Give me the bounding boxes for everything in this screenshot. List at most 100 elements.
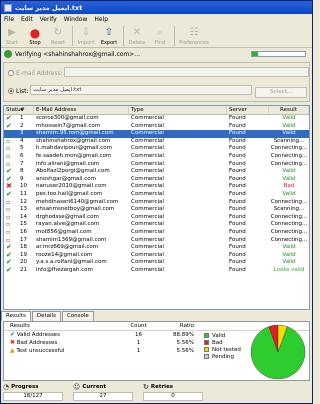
delete-button[interactable]: ✕ Delete [126, 26, 148, 46]
col-email[interactable]: E-Mail Address [34, 106, 129, 114]
col-server[interactable]: Server [227, 106, 269, 114]
tab-results[interactable]: Results [1, 311, 31, 321]
row-email: Abolfazl2porgi@gmail.com [36, 168, 110, 175]
row-server: Found [229, 190, 246, 197]
table-row[interactable]: ✔ 8 Abolfazl2porgi@gmail.com Commercial Foun… [4, 168, 309, 176]
table-row[interactable]: ▫ 14 drghodsse@gmail.com Commercial Found Con… [4, 214, 309, 222]
export-button[interactable]: ⇧ Export [98, 26, 120, 46]
row-email: mot856@gmail.com [36, 228, 92, 235]
tab-details[interactable]: Details [31, 311, 61, 321]
check-icon: ✔ [10, 331, 16, 338]
table-row[interactable]: ✔ 18 ar.mrz669@gmail.com Commercial Found Val… [4, 244, 309, 252]
col-status[interactable]: Status [4, 106, 24, 114]
row-server: Found [229, 152, 246, 159]
row-type: Commercial [131, 183, 164, 190]
progress-value: 18/127 [3, 392, 63, 401]
legend-swatch [204, 340, 209, 345]
row-result: Connecting... [270, 145, 308, 152]
app-window: ایمیل مدیر سایت.txt File Edit Verify Win… [0, 0, 313, 404]
row-email: scorce300@gmail.com [36, 115, 99, 121]
select-button[interactable]: Select... [255, 87, 307, 98]
preferences-button[interactable]: ☷ Preferences [177, 26, 211, 46]
row-email: shamim.95.rom@gmail.com [36, 130, 114, 137]
row-type: Commercial [131, 206, 164, 213]
menu-bar: File Edit Verify Window Help [1, 14, 312, 24]
pending-icon: ▫ [6, 213, 11, 221]
legend-bad: Bad [204, 339, 241, 346]
table-row[interactable]: ✔ 11 pes.too.hail@gmail.com Commercial Found… [4, 191, 309, 199]
results-col-count: Count [130, 323, 147, 329]
table-row[interactable]: ▫ 16 mot856@gmail.com Commercial Found Connec… [4, 229, 309, 237]
menu-file[interactable]: File [4, 16, 14, 23]
row-email: rooze14@gmail.com [36, 251, 93, 258]
footer-stats: ◔ Progress 18/127 ☺ Current 27 ↻ Retries 0 [3, 383, 310, 403]
start-button[interactable]: ▶ Start [1, 26, 23, 46]
table-row[interactable]: ▫ 7 info.alirani@gmail.com Commercial Found C… [4, 161, 309, 169]
list-path-field[interactable]: ایمیل مدیر سایت.txt [30, 85, 252, 95]
stop-button[interactable]: ● Stop [24, 26, 46, 47]
table-row[interactable]: ✔ 19 rooze14@gmail.com Commercial Found Valid [4, 252, 309, 260]
preferences-icon: ☷ [189, 26, 199, 38]
email-address-option[interactable]: E-mail Address: [8, 68, 63, 78]
menu-verify[interactable]: Verify [40, 16, 57, 23]
list-option[interactable]: List: [8, 86, 29, 96]
row-result: Connecting... [270, 198, 308, 205]
row-server: Found [229, 168, 246, 175]
row-result: Valid [282, 130, 296, 137]
table-row[interactable]: ✔ 1 scorce300@gmail.com Commercial Found Vali… [4, 115, 309, 123]
menu-edit[interactable]: Edit [21, 16, 33, 23]
table-row[interactable]: ▫ 12 mehdinaseri6140@gmail.com Commercial Fo… [4, 199, 309, 207]
row-server: Found [229, 183, 246, 190]
row-result: Valid [282, 115, 296, 121]
table-row[interactable]: ✔ 21 info@fhezargah.com Commercial Found Look… [4, 267, 309, 275]
row-server: Found [229, 251, 246, 258]
results-label: Valid Addresses [16, 332, 60, 338]
app-icon [4, 3, 12, 12]
tab-console[interactable]: Console [61, 311, 94, 321]
table-row[interactable]: ▫ 6 fe.saadeh.mon@gmail.com Commercial Found… [4, 153, 309, 161]
row-type: Commercial [131, 228, 164, 235]
col-result[interactable]: Result [269, 106, 309, 114]
email-address-field[interactable] [64, 67, 309, 77]
results-label: Bad Addresses [16, 340, 58, 346]
table-row[interactable]: ▫ 4 shahinshahrox@gmail.com Commercial Found… [4, 138, 309, 146]
legend-not-tested: Not tested [204, 346, 241, 353]
row-number: 13 [20, 206, 27, 213]
table-row[interactable]: ✖ 10 nanuser2010@gmail.com Commercial Found B… [4, 183, 309, 191]
results-panel: Results Count Ratio ✔ Valid Addresses 16… [3, 321, 310, 381]
table-row[interactable]: ▫ 13 ehsanmsnetboy@gmail.com Commercial Foun… [4, 206, 309, 214]
row-server: Found [229, 145, 246, 152]
menu-help[interactable]: Help [94, 16, 108, 23]
table-row[interactable]: ▫ 15 rayan.alve@gmail.com Commercial Found Co… [4, 221, 309, 229]
table-row[interactable]: ✔ 2 mhossein7@gmail.com Commercial Found Vali… [4, 123, 309, 131]
table-row[interactable]: ✔ 9 anoshgar@gmail.com Commercial Found Valid [4, 176, 309, 184]
current-value: 27 [73, 392, 133, 401]
status-text: Verifying <shahinshahrox@gmail.com>... [15, 50, 141, 58]
row-result: Valid [282, 190, 296, 197]
check-icon: ✔ [6, 251, 12, 259]
find-button[interactable]: ⌕ Find [149, 26, 171, 46]
check-icon: ✔ [6, 175, 12, 183]
reset-button[interactable]: ↻ Reset [47, 26, 69, 46]
list-radio[interactable] [8, 88, 14, 94]
row-email: shamim1369@gmail.com [36, 236, 107, 243]
menu-window[interactable]: Window [64, 16, 88, 23]
table-row[interactable]: ✔ 3 shamim.95.rom@gmail.com Commercial Found… [4, 130, 309, 138]
table-row[interactable]: ▫ 17 shamim1369@gmail.com Commercial Found Co… [4, 237, 309, 245]
email-radio[interactable] [8, 70, 14, 76]
row-number: 12 [20, 198, 27, 205]
table-header: Status # E-Mail Address Type Server Resu… [4, 106, 309, 115]
col-type[interactable]: Type [129, 106, 227, 114]
table-row[interactable]: ▫ 5 h.mahdavipour@gmail.com Commercial Found… [4, 145, 309, 153]
row-result: Connecting... [270, 213, 308, 220]
import-button[interactable]: ⇩ Import [75, 26, 97, 46]
table-row[interactable]: ✔ 20 y.a.s.a.rolfani@gmail.com Commercial Fo… [4, 259, 309, 267]
row-server: Found [229, 244, 246, 251]
row-server: Found [229, 206, 246, 213]
col-number[interactable]: # [18, 106, 34, 114]
progress-icon: ◔ [3, 383, 10, 391]
row-server: Found [229, 137, 246, 144]
row-email: h.mahdavipour@gmail.com [36, 145, 112, 152]
row-email: info.alirani@gmail.com [36, 160, 100, 167]
results-col-label: Results [10, 323, 30, 329]
